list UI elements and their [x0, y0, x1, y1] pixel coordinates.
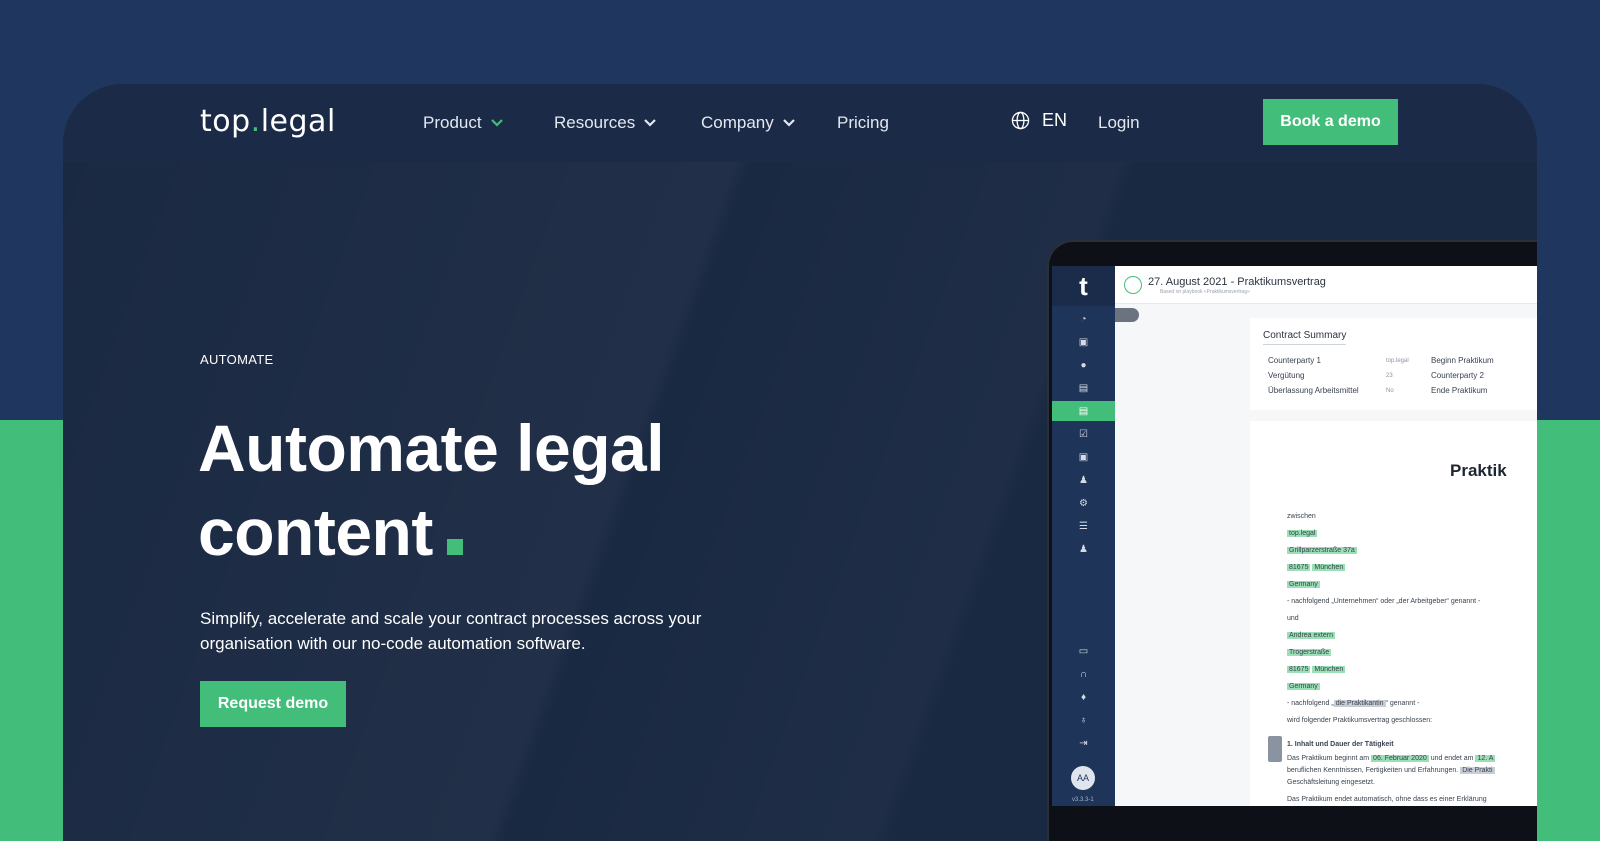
site-logo[interactable]: top.legal [200, 104, 336, 139]
doc-text: Das Praktikum beginnt am 06. Februar 202… [1287, 755, 1496, 762]
nav-resources[interactable]: Resources [554, 113, 657, 133]
nav-pricing[interactable]: Pricing [837, 113, 889, 133]
summary-label: Counterparty 1 [1268, 356, 1321, 365]
comment-marker-icon [1268, 736, 1282, 762]
doc-section-title: 1. Inhalt und Dauer der Tätigkeit [1287, 741, 1394, 748]
nav-resources-label: Resources [554, 113, 636, 132]
nav-company[interactable]: Company [701, 113, 796, 133]
document-title: 27. August 2021 - Praktikumsvertrag [1148, 276, 1326, 288]
document-icon: ▤ [1078, 382, 1089, 394]
summary-label: Ende Praktikum [1431, 386, 1488, 395]
nav-pricing-label: Pricing [837, 113, 889, 132]
doc-text: - nachfolgend „Unternehmen“ oder „der Ar… [1287, 598, 1481, 605]
doc-text: wird folgender Praktikumsvertrag geschlo… [1287, 717, 1433, 724]
summary-value: 23 [1386, 373, 1393, 379]
doc-field: 81675 München [1287, 564, 1346, 571]
summary-label: Beginn Praktikum [1431, 356, 1494, 365]
hero-eyebrow: AUTOMATE [200, 352, 274, 367]
chevron-down-icon [644, 119, 657, 127]
book-demo-button[interactable]: Book a demo [1263, 99, 1398, 145]
doc-text: Geschäftsleitung eingesetzt. [1287, 779, 1375, 786]
doc-field: Trogerstraße [1287, 649, 1332, 656]
globe-icon [1011, 111, 1030, 130]
doc-text: - nachfolgend „ die Praktikantin “ genannt… [1287, 700, 1420, 707]
image-icon: ▭ [1078, 645, 1089, 657]
contract-document: Praktik zwischen top.legal Grillparzerst… [1250, 421, 1537, 806]
document-heading: Praktik [1450, 461, 1507, 480]
doc-text: beruflichen Kenntnissen, Fertigkeiten un… [1287, 767, 1495, 774]
summary-label: Vergütung [1268, 371, 1305, 380]
summary-label: Counterparty 2 [1431, 371, 1484, 380]
summary-title: Contract Summary [1263, 330, 1347, 345]
hero-headline: Automate legal content [198, 411, 665, 569]
contract-icon: ▤ [1052, 401, 1115, 421]
panel-toggle-icon [1115, 308, 1139, 322]
contract-summary: Contract Summary Counterparty 1 top.lega… [1250, 318, 1537, 410]
edit-icon [1124, 276, 1142, 294]
doc-field: Andrea extern [1287, 632, 1335, 639]
presentation-icon: ▣ [1078, 336, 1089, 348]
doc-field: Grillparzerstraße 37a [1287, 547, 1357, 554]
doc-field: Germany [1287, 683, 1320, 690]
doc-field: Germany [1287, 581, 1320, 588]
login-link[interactable]: Login [1098, 113, 1140, 133]
globe-icon: ● [1080, 359, 1087, 371]
logout-icon: ⇥ [1079, 737, 1088, 749]
team-icon: ♟ [1079, 543, 1088, 555]
thumbs-up-icon: ♦ [1080, 691, 1087, 703]
avatar: AA [1071, 766, 1095, 790]
nav-company-label: Company [701, 113, 774, 132]
summary-label: Überlassung Arbeitsmittel [1268, 386, 1359, 395]
chevron-down-icon [782, 119, 795, 127]
language-label: EN [1042, 110, 1068, 130]
doc-field: top.legal [1287, 530, 1318, 537]
doc-text: zwischen [1287, 513, 1316, 520]
nav-product[interactable]: Product [423, 113, 504, 133]
location-icon: ♁ [1079, 714, 1088, 726]
version-label: v3.3.3-1 [1072, 797, 1094, 803]
chevron-down-icon [490, 119, 503, 127]
summary-value: No [1386, 388, 1394, 394]
hero-subtitle: Simplify, accelerate and scale your cont… [200, 609, 702, 653]
checklist-icon: ☑ [1079, 428, 1088, 440]
doc-text: Das Praktikum endet automatisch, ohne da… [1287, 796, 1487, 803]
settings-icon: ⚙ [1079, 497, 1088, 509]
doc-field: 81675 München [1287, 666, 1346, 673]
users-icon: ♟ [1079, 474, 1088, 486]
app-sidebar: t ◔ ▣ ● ▤ ▤ ☑ ▣ ♟ ⚙ ☰ ♟ ▭ ∩ ♦ ♁ ⇥ AA v3.… [1052, 266, 1115, 806]
nav-product-label: Product [423, 113, 482, 132]
dashboard-icon: ◔ [1080, 313, 1087, 325]
navbar: top.legal Product Resources Company Pric… [63, 84, 1537, 162]
accent-square [446, 539, 463, 555]
inbox-icon: ▣ [1078, 451, 1089, 463]
language-selector[interactable]: EN [1011, 110, 1067, 131]
app-logo: t [1052, 266, 1115, 306]
headset-icon: ∩ [1079, 668, 1088, 680]
summary-value: top.legal [1386, 358, 1409, 364]
request-demo-button[interactable]: Request demo [200, 681, 346, 727]
doc-text: und [1287, 615, 1299, 622]
document-subtitle: Based on playbook «Praktikumsvertrag» [1160, 289, 1250, 295]
app-header: 27. August 2021 - Praktikumsvertrag Base… [1115, 266, 1537, 304]
app-screenshot: t ◔ ▣ ● ▤ ▤ ☑ ▣ ♟ ⚙ ☰ ♟ ▭ ∩ ♦ ♁ ⇥ AA v3.… [1052, 266, 1537, 806]
list-icon: ☰ [1079, 520, 1088, 532]
